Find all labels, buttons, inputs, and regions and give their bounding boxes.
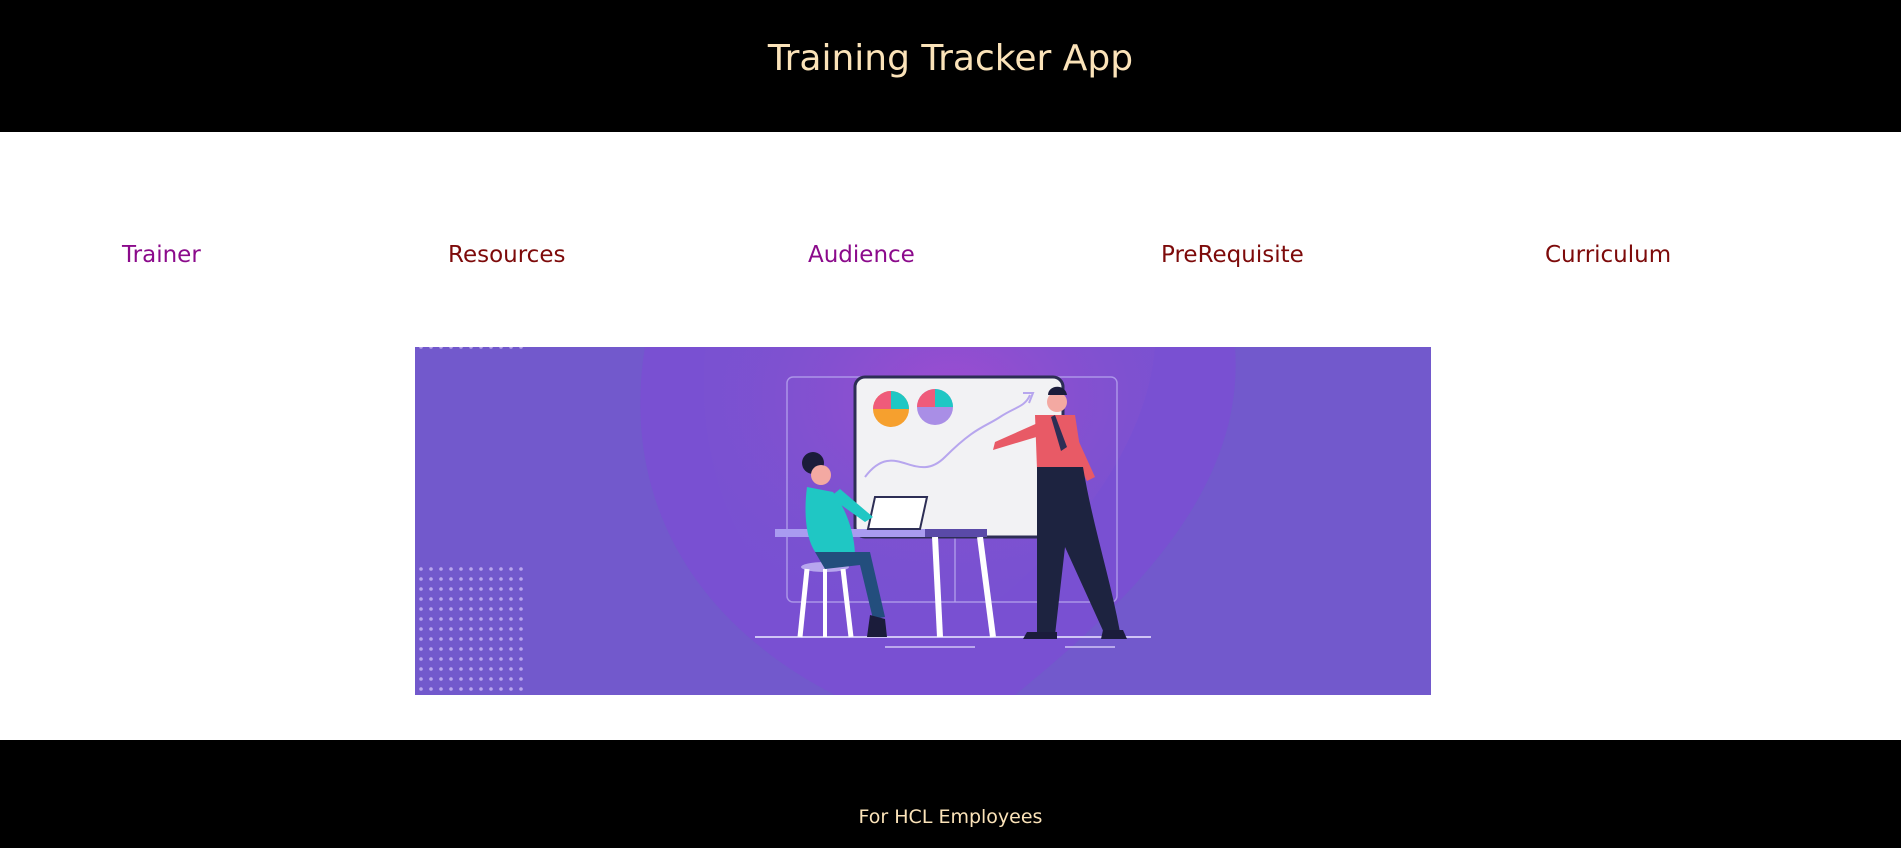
app-header: Training Tracker App [0,0,1901,132]
nav-link-resources[interactable]: Resources [448,242,565,268]
app-footer: For HCL Employees [0,740,1901,848]
nav-link-prerequisite[interactable]: PreRequisite [1161,242,1304,268]
presentation-illustration [415,347,1431,695]
app-title: Training Tracker App [767,37,1134,79]
nav-link-trainer[interactable]: Trainer [122,242,201,268]
main-nav: Trainer Resources Audience PreRequisite … [0,242,1901,274]
banner-image [415,347,1431,695]
footer-text: For HCL Employees [858,806,1043,828]
nav-link-audience[interactable]: Audience [808,242,915,268]
nav-link-curriculum[interactable]: Curriculum [1545,242,1671,268]
